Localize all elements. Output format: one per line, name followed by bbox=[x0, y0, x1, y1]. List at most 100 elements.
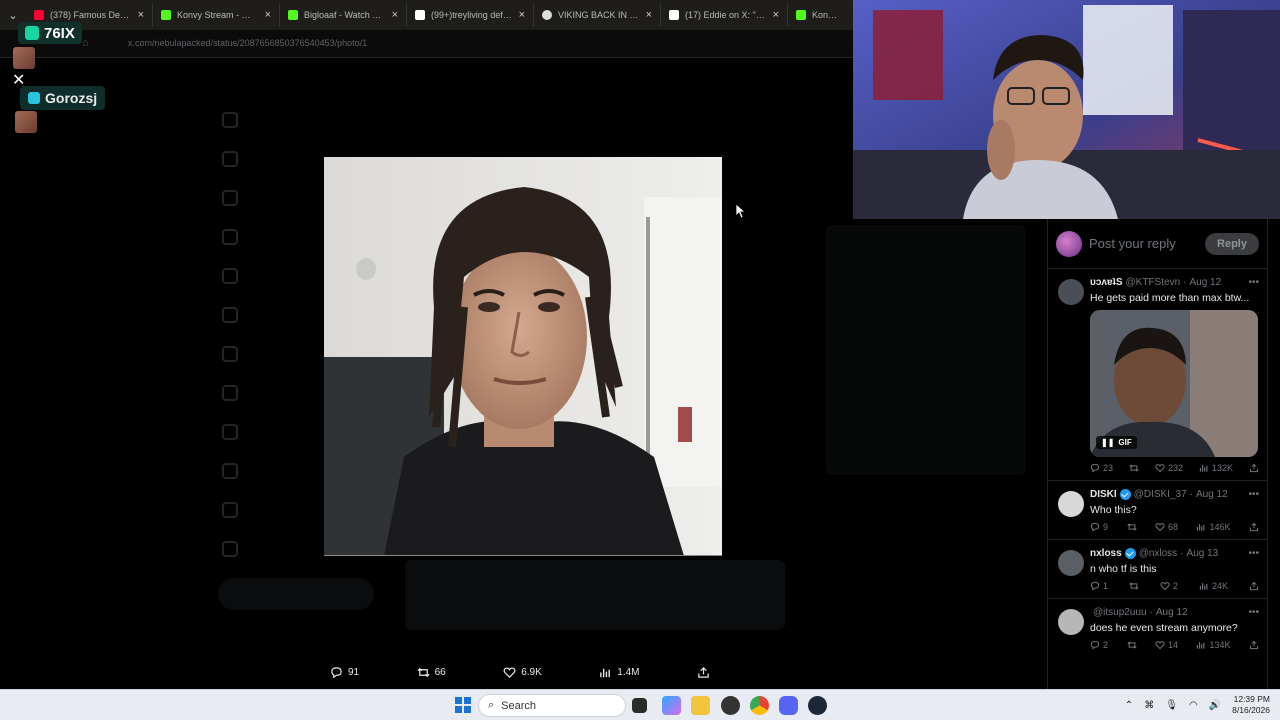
taskbar-search[interactable]: ⌕ Search bbox=[478, 694, 626, 717]
reply-action[interactable]: 91 bbox=[330, 666, 359, 679]
repost-action[interactable] bbox=[1129, 581, 1139, 591]
reply-tweet[interactable]: nxloss @nxloss · Aug 13 ••• n who tf is … bbox=[1048, 540, 1267, 599]
author-handle: @DISKI_37 bbox=[1133, 489, 1187, 500]
reply-action[interactable]: 2 bbox=[1090, 640, 1108, 650]
reply-icon bbox=[1090, 463, 1100, 473]
discord-icon[interactable] bbox=[779, 696, 798, 715]
reply-action[interactable]: 9 bbox=[1090, 522, 1108, 532]
pause-icon: ❚❚ bbox=[1101, 438, 1115, 447]
kick-favicon-icon bbox=[161, 10, 171, 20]
more-options-icon[interactable]: ••• bbox=[1248, 277, 1259, 288]
browser-tab[interactable]: Bigloaaf - Watch clips × bbox=[280, 3, 407, 27]
browser-tab[interactable]: Konvy Strea bbox=[788, 3, 848, 27]
browser-tab[interactable]: (99+)treyliving defend × bbox=[407, 3, 534, 27]
views-action[interactable]: 132K bbox=[1199, 463, 1233, 473]
reply-tweet[interactable]: ᴜᴐʌɐʇS @KTFStevn · Aug 12 ••• He gets pa… bbox=[1048, 269, 1267, 481]
steam-icon[interactable] bbox=[808, 696, 827, 715]
home-icon[interactable]: ⌂ bbox=[82, 37, 89, 49]
microphone-icon[interactable]: 🎙 bbox=[1165, 700, 1178, 711]
tab-list-chevron-icon[interactable]: ⌄ bbox=[0, 9, 26, 22]
badge-text: Gorozsj bbox=[45, 90, 98, 106]
reply-count: 2 bbox=[1103, 640, 1109, 650]
x-favicon-icon bbox=[669, 10, 679, 20]
reply-count: 91 bbox=[348, 666, 360, 678]
windows-start-icon[interactable] bbox=[455, 697, 471, 713]
views-chart-icon bbox=[1199, 583, 1208, 590]
badge-logo-icon bbox=[28, 92, 40, 104]
share-action[interactable] bbox=[1249, 463, 1259, 473]
like-action[interactable]: 232 bbox=[1155, 463, 1183, 473]
tweet-gif[interactable]: ❚❚ GIF bbox=[1090, 310, 1258, 457]
tweet-header: nxloss @nxloss · Aug 13 ••• bbox=[1090, 548, 1259, 559]
repost-action[interactable] bbox=[1129, 463, 1139, 473]
reply-tweet[interactable]: DISKI @DISKI_37 · Aug 12 ••• Who this? 9… bbox=[1048, 481, 1267, 540]
reply-button[interactable]: Reply bbox=[1205, 232, 1259, 255]
nav-icon bbox=[222, 111, 238, 128]
repost-icon bbox=[417, 667, 430, 677]
tab-title: Konvy Strea bbox=[812, 10, 840, 20]
tab-close-icon[interactable]: × bbox=[392, 9, 398, 21]
like-action[interactable]: 2 bbox=[1160, 581, 1178, 591]
reply-icon bbox=[331, 666, 342, 678]
dot-separator: · bbox=[1149, 607, 1153, 618]
gif-badge[interactable]: ❚❚ GIF bbox=[1096, 436, 1137, 449]
views-chart-icon bbox=[600, 668, 611, 677]
share-action[interactable] bbox=[1249, 522, 1259, 532]
reply-input[interactable]: Post your reply bbox=[1089, 236, 1198, 251]
repost-action[interactable] bbox=[1126, 640, 1137, 650]
browser-tab[interactable]: VIKING BACK IN THE L × bbox=[534, 3, 661, 27]
repost-action[interactable]: 66 bbox=[417, 666, 446, 679]
task-view-icon[interactable] bbox=[632, 698, 647, 713]
reply-composer: Post your reply Reply bbox=[1048, 219, 1267, 269]
copilot-icon[interactable] bbox=[662, 696, 681, 715]
tab-close-icon[interactable]: × bbox=[265, 9, 271, 21]
more-options-icon[interactable]: ••• bbox=[1248, 607, 1259, 618]
wifi-icon[interactable]: ◠ bbox=[1189, 700, 1198, 711]
volume-icon[interactable]: 🔊 bbox=[1209, 700, 1221, 711]
verified-badge-icon bbox=[1124, 548, 1136, 559]
chevron-up-icon[interactable]: ⌃ bbox=[1125, 700, 1133, 711]
views-action[interactable]: 134K bbox=[1196, 640, 1231, 650]
repost-action[interactable] bbox=[1126, 522, 1137, 532]
reply-tweet[interactable]: @itsup2uuu · Aug 12 ••• does he even str… bbox=[1048, 599, 1267, 657]
network-icon[interactable]: ⌘ bbox=[1144, 700, 1154, 711]
system-tray: ⌃ ⌘ 🎙 ◠ 🔊 12:39 PM 8/16/2026 bbox=[1125, 694, 1270, 716]
photo-image bbox=[324, 157, 722, 555]
browser-tab[interactable]: (17) Eddie on X: "Shou × bbox=[661, 3, 788, 27]
like-count: 6.9K bbox=[521, 666, 542, 678]
reply-action[interactable]: 1 bbox=[1090, 581, 1108, 591]
tab-close-icon[interactable]: × bbox=[646, 9, 652, 21]
tweet-date: Aug 13 bbox=[1186, 548, 1219, 559]
tab-close-icon[interactable]: × bbox=[138, 9, 144, 21]
like-action[interactable]: 68 bbox=[1155, 522, 1178, 532]
views-count: 24K bbox=[1211, 581, 1228, 591]
views-action[interactable]: 146K bbox=[1196, 522, 1231, 532]
reply-count: 9 bbox=[1103, 522, 1109, 532]
share-action[interactable] bbox=[697, 666, 710, 679]
file-explorer-icon[interactable] bbox=[691, 696, 710, 715]
kick-favicon-icon bbox=[288, 10, 298, 20]
views-action[interactable]: 1.4M bbox=[599, 666, 640, 679]
like-count: 68 bbox=[1167, 522, 1178, 532]
avatar bbox=[15, 111, 37, 133]
like-action[interactable]: 14 bbox=[1155, 640, 1178, 650]
tab-close-icon[interactable]: × bbox=[519, 9, 525, 21]
views-action[interactable]: 24K bbox=[1199, 581, 1228, 591]
more-options-icon[interactable]: ••• bbox=[1248, 548, 1259, 559]
verified-badge-icon bbox=[1119, 489, 1131, 500]
mouse-cursor-icon bbox=[736, 204, 746, 219]
share-action[interactable] bbox=[1249, 640, 1259, 650]
more-options-icon[interactable]: ••• bbox=[1248, 489, 1259, 500]
reply-action[interactable]: 23 bbox=[1090, 463, 1113, 473]
app-icon[interactable] bbox=[721, 696, 740, 715]
tweet-photo[interactable] bbox=[324, 157, 722, 556]
browser-tab[interactable]: Konvy Stream - Watch × bbox=[153, 3, 280, 27]
url-field[interactable]: x.com/nebulapacked/status/20876568503765… bbox=[128, 38, 367, 48]
share-action[interactable] bbox=[1249, 581, 1259, 591]
chrome-icon[interactable] bbox=[750, 696, 769, 715]
like-action[interactable]: 6.9K bbox=[503, 666, 542, 679]
tab-close-icon[interactable]: × bbox=[773, 9, 779, 21]
avatar bbox=[1058, 609, 1084, 635]
clock[interactable]: 12:39 PM 8/16/2026 bbox=[1232, 694, 1270, 716]
views-count: 146K bbox=[1209, 522, 1231, 532]
